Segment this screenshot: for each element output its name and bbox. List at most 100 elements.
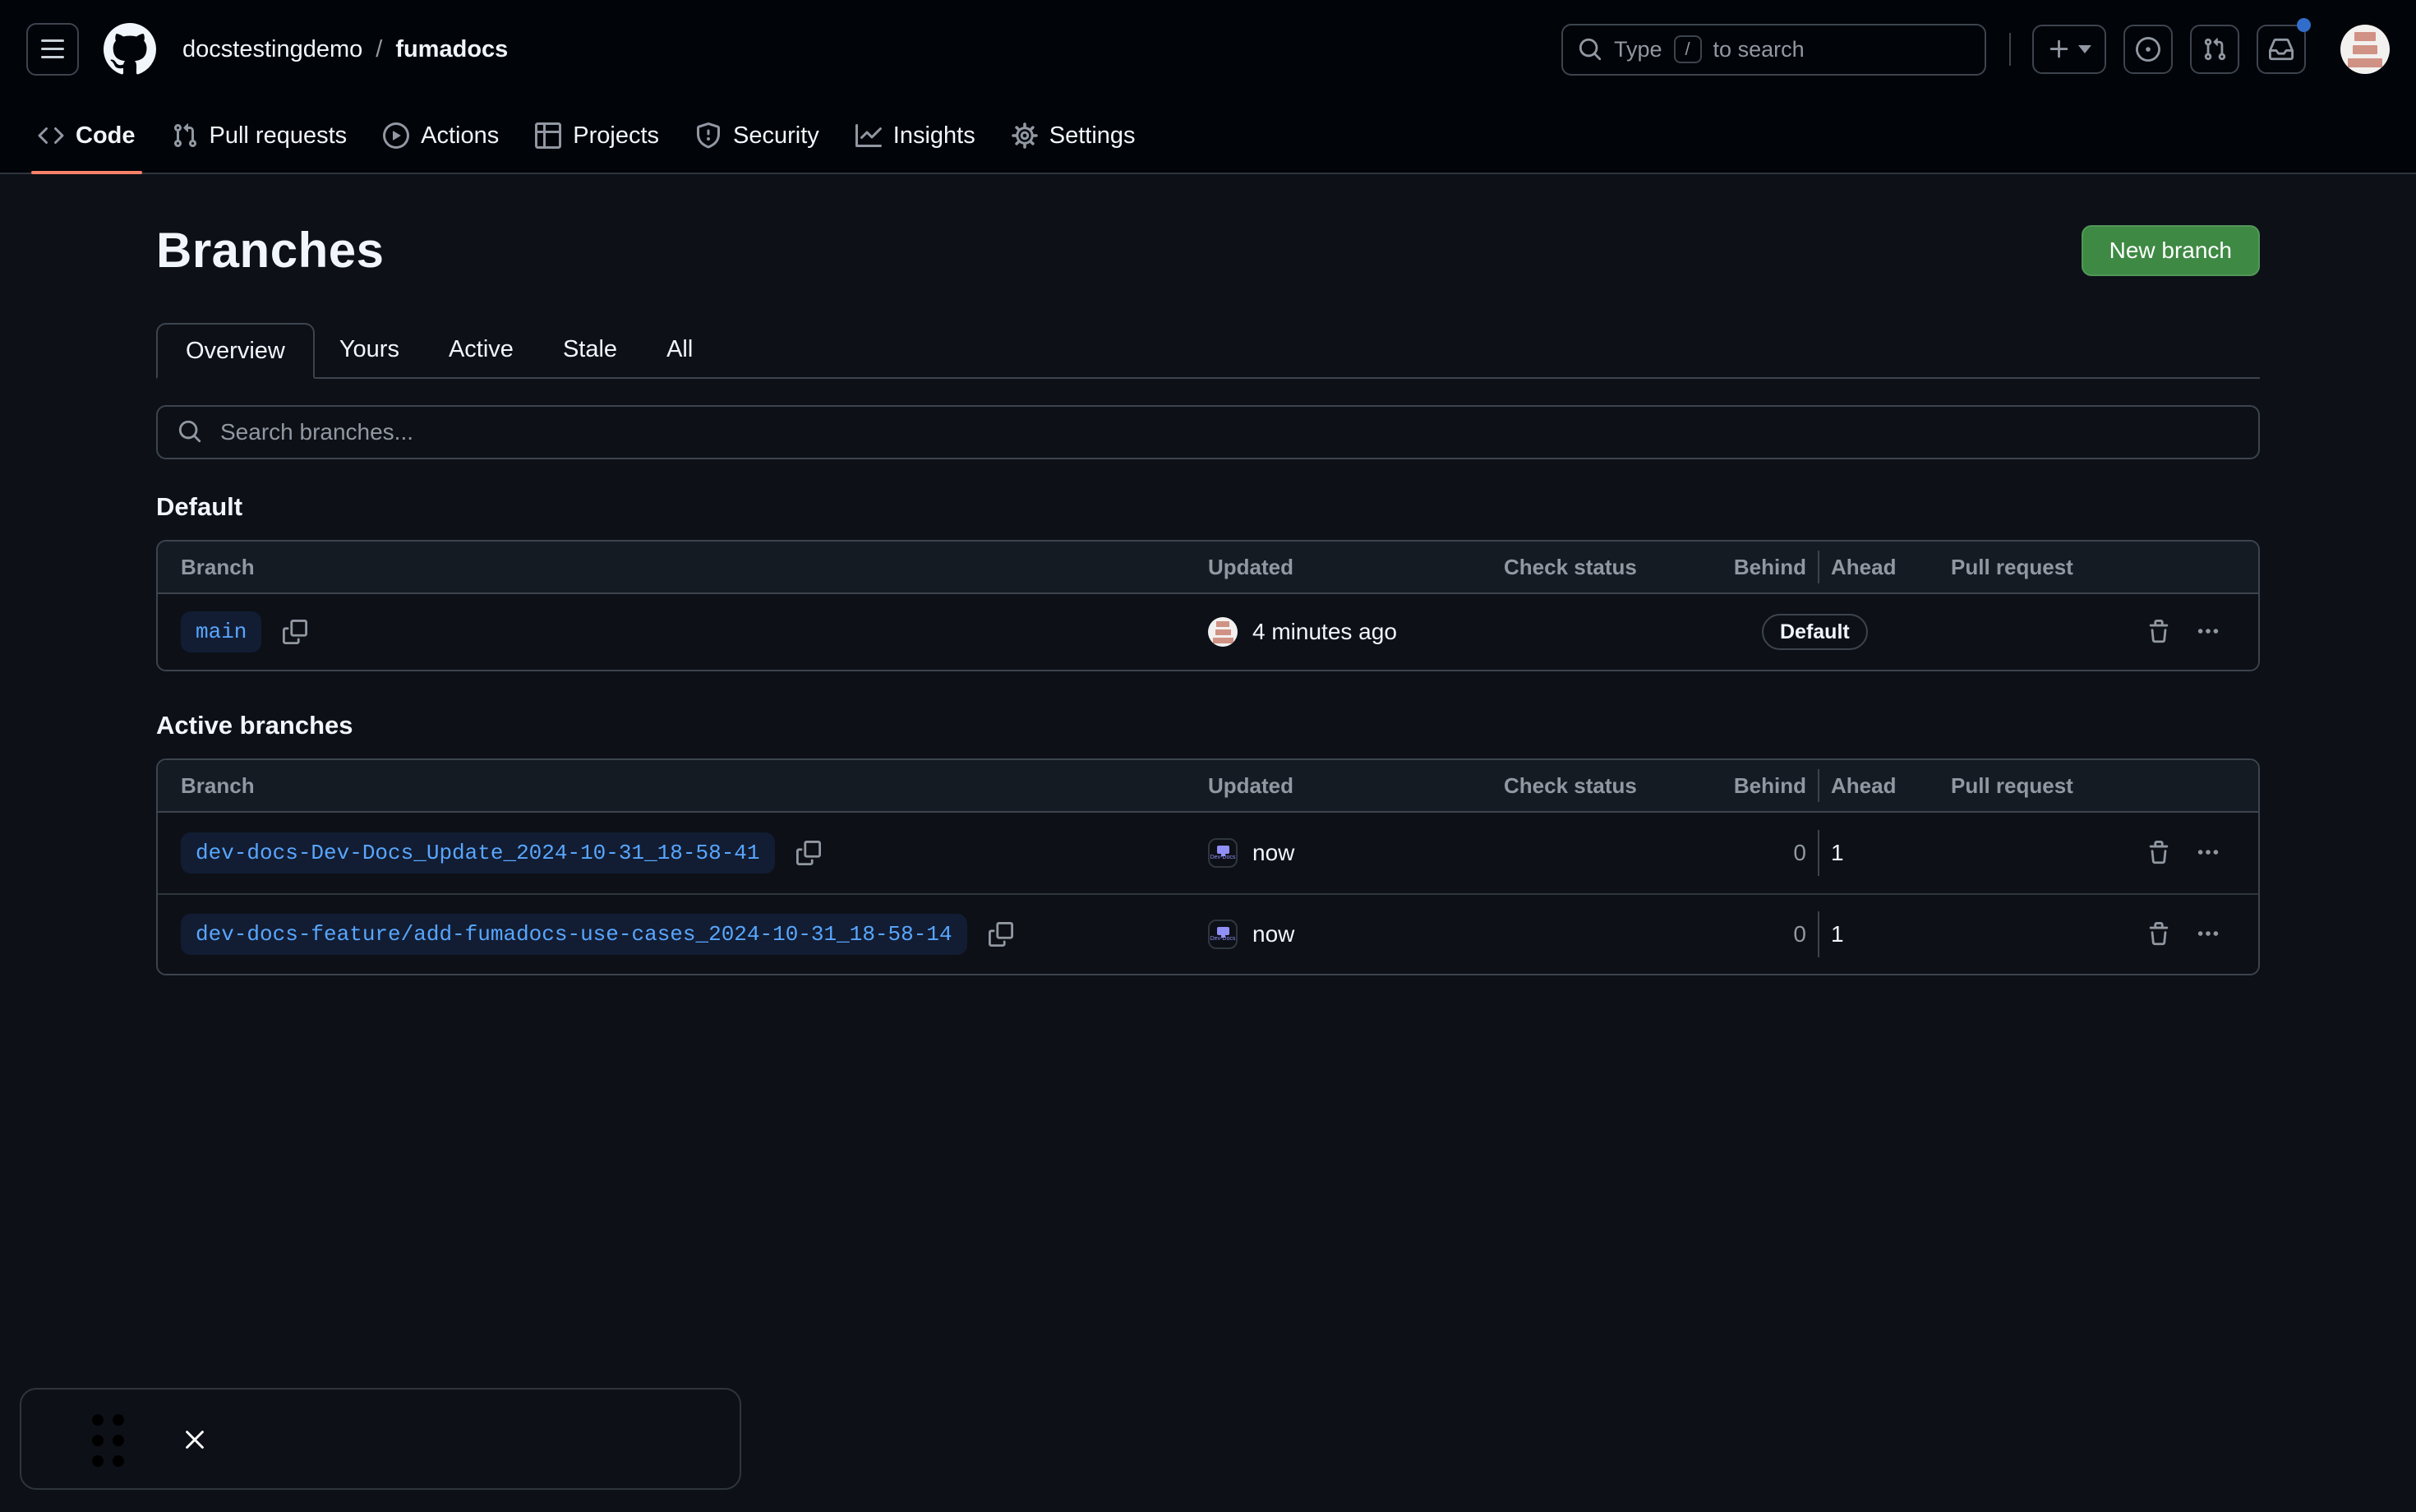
bot-avatar[interactable]: Dev-Docs — [1208, 838, 1238, 868]
tab-settings[interactable]: Settings — [997, 99, 1150, 173]
shield-icon — [695, 122, 722, 149]
copy-icon — [796, 841, 821, 865]
branch-name-link[interactable]: main — [181, 611, 261, 652]
updated-time-link[interactable]: 4 minutes ago — [1252, 619, 1397, 645]
table-row: main 4 minutes ago Default — [158, 594, 2258, 670]
updated-time-link[interactable]: now — [1252, 921, 1294, 947]
column-header-branch: Branch — [158, 555, 1208, 580]
global-search-box[interactable]: Type / to search — [1561, 24, 1986, 76]
branch-options-kebab-button[interactable] — [2196, 922, 2220, 947]
breadcrumb: docstestingdemo / fumadocs — [182, 36, 508, 63]
search-placeholder-prefix: Type — [1614, 37, 1662, 62]
drag-handle-icon[interactable] — [92, 1414, 124, 1467]
play-circle-icon — [383, 122, 409, 149]
filter-tab-overview[interactable]: Overview — [156, 323, 315, 379]
filter-tab-all[interactable]: All — [642, 321, 717, 377]
user-avatar[interactable] — [2340, 25, 2390, 74]
caret-down-icon — [2078, 45, 2091, 53]
bot-monitor-icon — [1217, 927, 1229, 935]
breadcrumb-separator: / — [376, 36, 382, 63]
tab-settings-label: Settings — [1049, 122, 1136, 150]
tab-security[interactable]: Security — [680, 99, 834, 173]
branch-search-input[interactable] — [156, 405, 2260, 459]
column-header-pull-request: Pull request — [1915, 555, 2120, 580]
copy-branch-name-button[interactable] — [283, 620, 307, 644]
create-new-button[interactable] — [2032, 25, 2106, 74]
delete-branch-button[interactable] — [2146, 841, 2171, 865]
issue-opened-icon — [2136, 37, 2160, 62]
graph-icon — [855, 122, 882, 149]
close-icon[interactable] — [182, 1427, 207, 1452]
column-header-updated: Updated — [1208, 773, 1504, 799]
column-header-pull-request: Pull request — [1915, 773, 2120, 799]
tab-insights[interactable]: Insights — [841, 99, 990, 173]
updated-time-link[interactable]: now — [1252, 840, 1294, 866]
tab-pull-requests[interactable]: Pull requests — [157, 99, 362, 173]
committer-avatar[interactable] — [1208, 617, 1238, 647]
branch-name-link[interactable]: dev-docs-Dev-Docs_Update_2024-10-31_18-5… — [181, 832, 775, 874]
three-bars-icon — [39, 36, 66, 62]
table-row: dev-docs-feature/add-fumadocs-use-cases_… — [158, 893, 2258, 974]
copy-branch-name-button[interactable] — [796, 841, 821, 865]
filter-tab-active[interactable]: Active — [424, 321, 538, 377]
tab-actions[interactable]: Actions — [368, 99, 514, 173]
branch-options-kebab-button[interactable] — [2196, 620, 2220, 644]
tab-code-label: Code — [76, 122, 136, 150]
delete-branch-button[interactable] — [2146, 922, 2171, 947]
column-header-branch: Branch — [158, 773, 1208, 799]
tab-projects-label: Projects — [573, 122, 659, 150]
behind-ahead-cell: 0 1 — [1742, 830, 1915, 876]
issues-button[interactable] — [2123, 25, 2173, 74]
pull-requests-button[interactable] — [2190, 25, 2239, 74]
gear-icon — [1012, 122, 1038, 149]
column-header-check-status: Check status — [1504, 773, 1742, 799]
tab-actions-label: Actions — [421, 122, 499, 150]
search-icon — [1578, 37, 1602, 62]
filter-tab-yours[interactable]: Yours — [315, 321, 424, 377]
breadcrumb-repo-link[interactable]: fumadocs — [395, 36, 508, 63]
search-icon — [178, 419, 202, 444]
trash-icon — [2146, 922, 2171, 947]
tab-pull-requests-label: Pull requests — [210, 122, 348, 150]
ahead-count: 1 — [1819, 921, 1844, 947]
bot-monitor-icon — [1217, 846, 1229, 854]
delete-branch-button[interactable] — [2146, 620, 2171, 644]
copy-branch-name-button[interactable] — [989, 922, 1013, 947]
active-section-heading: Active branches — [156, 711, 2260, 740]
header-actions — [2032, 25, 2390, 74]
active-tab-underline — [31, 171, 142, 174]
branches-page: Branches New branch Overview Yours Activ… — [156, 222, 2260, 975]
behind-count: 0 — [1742, 840, 1818, 866]
bot-avatar[interactable]: Dev-Docs — [1208, 920, 1238, 949]
notifications-inbox-button[interactable] — [2257, 25, 2306, 74]
column-header-behind: Behind — [1742, 555, 1818, 580]
new-branch-button[interactable]: New branch — [2082, 225, 2260, 276]
column-header-updated: Updated — [1208, 555, 1504, 580]
tab-security-label: Security — [733, 122, 819, 150]
github-logo-icon[interactable] — [104, 23, 156, 76]
column-header-behind-ahead: Behind Ahead — [1742, 551, 1915, 583]
tab-code[interactable]: Code — [23, 99, 150, 173]
kebab-horizontal-icon — [2196, 841, 2220, 865]
repo-nav: Code Pull requests Actions Projects Secu… — [0, 99, 2416, 174]
tab-projects[interactable]: Projects — [520, 99, 674, 173]
code-icon — [38, 122, 64, 149]
hamburger-menu-button[interactable] — [26, 23, 79, 76]
breadcrumb-owner-link[interactable]: docstestingdemo — [182, 36, 362, 63]
branch-options-kebab-button[interactable] — [2196, 841, 2220, 865]
column-header-ahead: Ahead — [1819, 773, 1896, 799]
table-header-row: Branch Updated Check status Behind Ahead… — [158, 542, 2258, 594]
column-header-behind: Behind — [1742, 773, 1818, 799]
search-placeholder-suffix: to search — [1713, 37, 1805, 62]
table-row: dev-docs-Dev-Docs_Update_2024-10-31_18-5… — [158, 813, 2258, 893]
tab-insights-label: Insights — [893, 122, 975, 150]
filter-tab-stale[interactable]: Stale — [538, 321, 642, 377]
copy-icon — [283, 620, 307, 644]
app-header: docstestingdemo / fumadocs Type / to sea… — [0, 0, 2416, 99]
branch-name-link[interactable]: dev-docs-feature/add-fumadocs-use-cases_… — [181, 914, 967, 955]
column-header-ahead: Ahead — [1819, 555, 1896, 580]
page-title: Branches — [156, 222, 384, 279]
inbox-icon — [2269, 37, 2294, 62]
behind-ahead-cell: Default — [1742, 614, 1915, 650]
copy-icon — [989, 922, 1013, 947]
